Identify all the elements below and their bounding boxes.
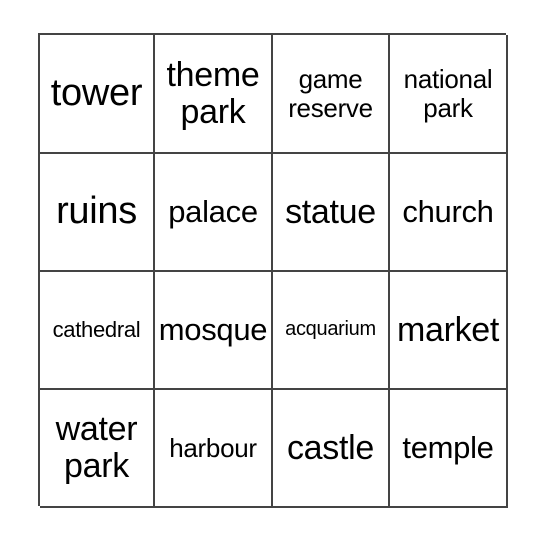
bingo-cell-label: temple <box>402 430 494 466</box>
bingo-cell-label: acquarium <box>285 318 376 341</box>
bingo-cell-label: market <box>396 310 500 349</box>
bingo-cell[interactable]: harbour <box>155 390 273 508</box>
bingo-cell[interactable]: cathedral <box>40 272 155 390</box>
bingo-cell[interactable]: palace <box>155 154 273 272</box>
bingo-cell-label: palace <box>168 194 258 230</box>
bingo-cell[interactable]: church <box>390 154 508 272</box>
bingo-cell-label: game reserve <box>288 64 373 123</box>
bingo-cell-label: cathedral <box>52 317 141 343</box>
bingo-cell-label: tower <box>50 71 143 114</box>
bingo-cell-label: church <box>402 194 494 230</box>
bingo-cell-label: castle <box>286 428 375 467</box>
bingo-card-grid: tower theme park game reserve national p… <box>38 33 508 508</box>
bingo-cell-label: water park <box>55 410 138 485</box>
bingo-cell[interactable]: temple <box>390 390 508 508</box>
bingo-cell[interactable]: national park <box>390 35 508 154</box>
bingo-cell[interactable]: castle <box>273 390 390 508</box>
bingo-cell[interactable]: tower <box>40 35 155 154</box>
bingo-cell[interactable]: acquarium <box>273 272 390 390</box>
bingo-cell[interactable]: theme park <box>155 35 273 154</box>
bingo-cell-label: statue <box>285 192 376 231</box>
bingo-cell[interactable]: ruins <box>40 154 155 272</box>
bingo-cell-label: harbour <box>169 432 257 463</box>
bingo-cell-label: ruins <box>56 190 137 233</box>
bingo-cell-label: national park <box>403 64 493 123</box>
bingo-cell[interactable]: statue <box>273 154 390 272</box>
bingo-cell[interactable]: mosque <box>155 272 273 390</box>
bingo-cell-label: theme park <box>166 55 260 131</box>
bingo-cell[interactable]: market <box>390 272 508 390</box>
bingo-cell-label: mosque <box>158 312 268 348</box>
bingo-cell[interactable]: game reserve <box>273 35 390 154</box>
bingo-cell[interactable]: water park <box>40 390 155 508</box>
